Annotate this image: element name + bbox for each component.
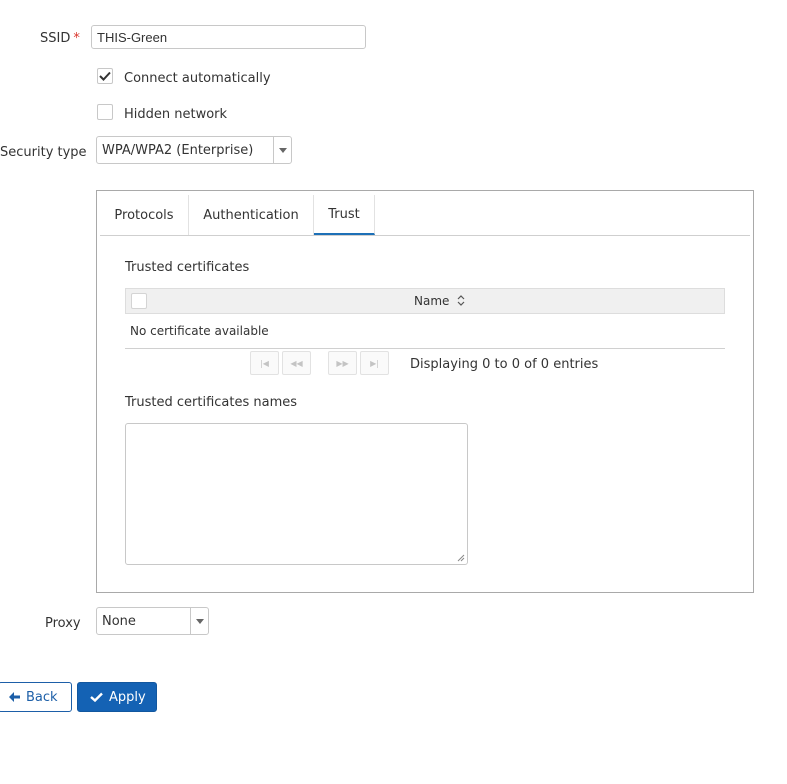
required-marker: *	[73, 31, 80, 46]
name-column-label: Name	[414, 294, 450, 308]
checkmark-icon	[90, 692, 103, 702]
first-page-button[interactable]: |◀	[250, 351, 279, 375]
last-page-icon: ▶|	[370, 358, 379, 368]
chevron-down-icon	[273, 137, 291, 163]
hidden-network-checkbox[interactable]	[97, 104, 113, 120]
paging-info: Displaying 0 to 0 of 0 entries	[410, 357, 599, 372]
prev-page-icon: ◀◀	[290, 358, 303, 368]
grid-empty-row: No certificate available	[125, 314, 725, 349]
arrow-left-icon	[9, 692, 20, 702]
ssid-label: SSID *	[40, 31, 80, 46]
tab-trust-label: Trust	[328, 206, 360, 222]
proxy-label: Proxy	[45, 616, 81, 631]
tab-bar: Protocols Authentication Trust	[100, 195, 750, 236]
resize-handle-icon[interactable]	[457, 554, 465, 562]
apply-button-label: Apply	[109, 689, 146, 705]
tab-protocols-label: Protocols	[114, 207, 174, 223]
tab-authentication-label: Authentication	[203, 207, 299, 223]
prev-page-button[interactable]: ◀◀	[282, 351, 311, 375]
trusted-certificates-names-textarea[interactable]	[125, 423, 468, 565]
ssid-input[interactable]	[91, 25, 366, 49]
security-type-value: WPA/WPA2 (Enterprise)	[102, 143, 254, 158]
connect-automatically-label: Connect automatically	[124, 71, 271, 86]
tab-trust[interactable]: Trust	[314, 195, 375, 235]
last-page-button[interactable]: ▶|	[360, 351, 389, 375]
trusted-certificates-names-label: Trusted certificates names	[125, 395, 298, 410]
proxy-select[interactable]: None	[96, 607, 209, 635]
name-column-header[interactable]: Name	[414, 294, 465, 308]
hidden-network-label: Hidden network	[124, 107, 228, 122]
connect-automatically-checkbox[interactable]	[97, 68, 113, 84]
grid-header: Name	[125, 288, 725, 314]
back-button-label: Back	[26, 689, 58, 705]
back-button[interactable]: Back	[0, 682, 72, 712]
next-page-button[interactable]: ▶▶	[328, 351, 357, 375]
checkmark-icon	[99, 71, 111, 81]
tab-authentication[interactable]: Authentication	[189, 195, 314, 235]
next-page-icon: ▶▶	[336, 358, 349, 368]
trusted-certificates-label: Trusted certificates	[125, 260, 250, 275]
tab-protocols[interactable]: Protocols	[100, 195, 189, 235]
proxy-value: None	[102, 614, 136, 629]
chevron-down-icon	[190, 608, 208, 634]
security-type-select[interactable]: WPA/WPA2 (Enterprise)	[96, 136, 292, 164]
sort-icon	[457, 295, 465, 306]
apply-button[interactable]: Apply	[77, 682, 157, 712]
security-type-label: Security type	[0, 145, 87, 160]
select-all-checkbox[interactable]	[131, 293, 147, 309]
first-page-icon: |◀	[260, 358, 269, 368]
empty-message: No certificate available	[130, 324, 269, 338]
